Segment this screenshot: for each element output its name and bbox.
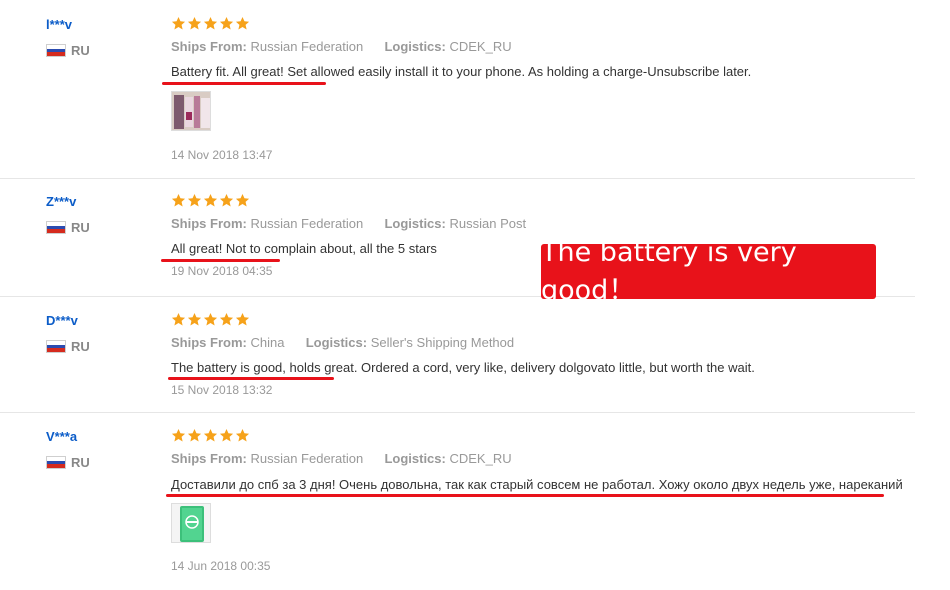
star-rating: [171, 193, 251, 208]
star-icon: [171, 16, 186, 31]
reviewer-country: RU: [46, 220, 90, 235]
star-icon: [187, 193, 202, 208]
reviewer-country: RU: [46, 455, 90, 470]
star-icon: [187, 16, 202, 31]
ships-from-value: Russian Federation: [250, 216, 364, 231]
reviewer-country: RU: [46, 43, 90, 58]
star-rating: [171, 16, 251, 31]
review-date: 14 Jun 2018 00:35: [171, 559, 271, 573]
ships-from-label: Ships From:: [171, 39, 247, 54]
highlight-underline: [166, 494, 884, 497]
star-icon: [171, 193, 186, 208]
country-code: RU: [71, 43, 90, 58]
review-item: D***v RU Ships From: China Logistics: Se…: [0, 297, 915, 413]
reviewer-name[interactable]: V***a: [46, 429, 77, 444]
star-icon: [203, 193, 218, 208]
ships-from-label: Ships From:: [171, 216, 247, 231]
reviewer-name[interactable]: D***v: [46, 313, 78, 328]
logistics-label: Logistics:: [384, 39, 446, 54]
star-icon: [187, 428, 202, 443]
star-icon: [235, 428, 250, 443]
order-meta: Ships From: Russian Federation Logistics…: [171, 216, 526, 231]
ships-from-value: Russian Federation: [250, 39, 364, 54]
star-icon: [187, 312, 202, 327]
country-code: RU: [71, 220, 90, 235]
logistics-label: Logistics:: [384, 451, 446, 466]
star-icon: [171, 428, 186, 443]
review-text: All great! Not to complain about, all th…: [171, 241, 437, 256]
star-icon: [235, 312, 250, 327]
logistics-value: CDEK_RU: [449, 39, 512, 54]
callout-banner: The battery is very good！: [541, 237, 876, 306]
ships-from-label: Ships From:: [171, 451, 247, 466]
star-icon: [171, 312, 186, 327]
star-icon: [235, 193, 250, 208]
ships-from-label: Ships From:: [171, 335, 247, 350]
star-icon: [219, 428, 234, 443]
highlight-underline: [161, 259, 280, 262]
reviewer-country: RU: [46, 339, 90, 354]
logistics-value: CDEK_RU: [449, 451, 512, 466]
logistics-label: Logistics:: [384, 216, 446, 231]
logistics-label: Logistics:: [305, 335, 368, 350]
ships-from-value: Russian Federation: [250, 451, 364, 466]
country-code: RU: [71, 339, 90, 354]
review-date: 15 Nov 2018 13:32: [171, 383, 273, 397]
review-text: Battery fit. All great! Set allowed easi…: [171, 64, 752, 79]
review-photo-thumbnail[interactable]: [171, 503, 211, 543]
review-text: Доставили до спб за 3 дня! Очень довольн…: [171, 477, 903, 492]
ships-from-value: China: [250, 335, 285, 350]
review-photo-thumbnail[interactable]: [171, 91, 211, 131]
russia-flag-icon: [46, 44, 66, 57]
order-meta: Ships From: Russian Federation Logistics…: [171, 451, 512, 466]
review-text: The battery is good, holds great. Ordere…: [171, 360, 755, 375]
review-item: V***a RU Ships From: Russian Federation …: [0, 413, 915, 590]
order-meta: Ships From: China Logistics: Seller's Sh…: [171, 335, 514, 350]
russia-flag-icon: [46, 221, 66, 234]
logistics-value: Seller's Shipping Method: [370, 335, 515, 350]
highlight-underline: [162, 82, 326, 85]
star-rating: [171, 312, 251, 327]
star-icon: [235, 16, 250, 31]
review-item: l***v RU Ships From: Russian Federation …: [0, 0, 915, 179]
reviewer-name[interactable]: Z***v: [46, 194, 76, 209]
star-icon: [203, 312, 218, 327]
logistics-value: Russian Post: [449, 216, 527, 231]
star-icon: [203, 16, 218, 31]
review-date: 19 Nov 2018 04:35: [171, 264, 273, 278]
star-rating: [171, 428, 251, 443]
star-icon: [219, 312, 234, 327]
star-icon: [219, 193, 234, 208]
highlight-underline: [168, 377, 334, 380]
russia-flag-icon: [46, 340, 66, 353]
star-icon: [203, 428, 218, 443]
review-date: 14 Nov 2018 13:47: [171, 148, 273, 162]
order-meta: Ships From: Russian Federation Logistics…: [171, 39, 512, 54]
star-icon: [219, 16, 234, 31]
country-code: RU: [71, 455, 90, 470]
russia-flag-icon: [46, 456, 66, 469]
reviewer-name[interactable]: l***v: [46, 17, 72, 32]
